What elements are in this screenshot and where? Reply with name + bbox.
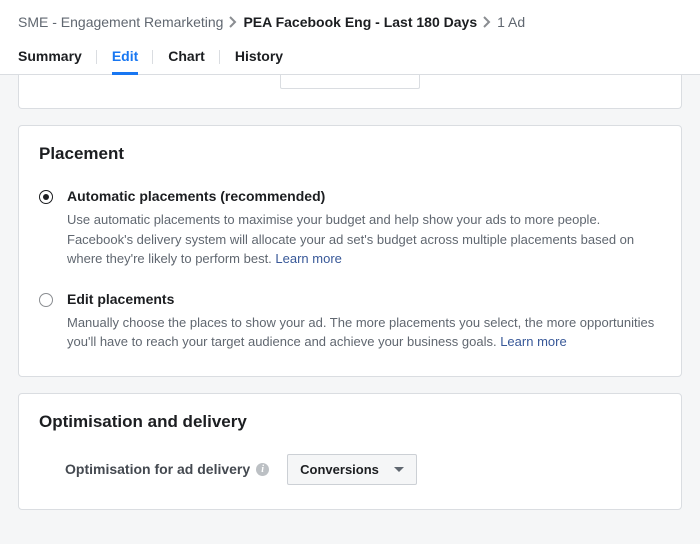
learn-more-link[interactable]: Learn more [275, 251, 341, 266]
breadcrumb: SME - Engagement Remarketing PEA Faceboo… [18, 14, 682, 30]
tab-edit[interactable]: Edit [112, 40, 138, 74]
breadcrumb-root[interactable]: SME - Engagement Remarketing [18, 14, 223, 30]
previous-card-cutoff [18, 75, 682, 109]
placement-edit-title: Edit placements [67, 291, 661, 307]
placement-option-automatic[interactable]: Automatic placements (recommended) Use a… [39, 188, 661, 269]
tab-summary[interactable]: Summary [18, 40, 82, 74]
optimisation-dropdown[interactable]: Conversions [287, 454, 417, 485]
chevron-right-icon [229, 16, 237, 28]
radio-edit[interactable] [39, 293, 53, 307]
placement-heading: Placement [39, 144, 661, 164]
placement-card: Placement Automatic placements (recommen… [18, 125, 682, 377]
tab-chart[interactable]: Chart [168, 40, 205, 74]
radio-automatic[interactable] [39, 190, 53, 204]
save-audience-button-cutoff[interactable] [280, 75, 420, 89]
info-icon[interactable]: i [256, 463, 269, 476]
placement-auto-title: Automatic placements (recommended) [67, 188, 661, 204]
placement-option-edit[interactable]: Edit placements Manually choose the plac… [39, 291, 661, 352]
optimisation-value: Conversions [300, 462, 379, 477]
optimisation-heading: Optimisation and delivery [39, 412, 661, 432]
placement-auto-desc: Use automatic placements to maximise you… [67, 210, 661, 269]
optimisation-label: Optimisation for ad delivery i [65, 461, 269, 477]
breadcrumb-current[interactable]: PEA Facebook Eng - Last 180 Days [243, 14, 477, 30]
caret-down-icon [394, 467, 404, 472]
breadcrumb-tail[interactable]: 1 Ad [497, 14, 525, 30]
tab-history[interactable]: History [235, 40, 283, 74]
tabs: Summary Edit Chart History [18, 40, 682, 74]
learn-more-link[interactable]: Learn more [500, 334, 566, 349]
optimisation-delivery-card: Optimisation and delivery Optimisation f… [18, 393, 682, 510]
chevron-right-icon [483, 16, 491, 28]
placement-edit-desc: Manually choose the places to show your … [67, 313, 661, 352]
